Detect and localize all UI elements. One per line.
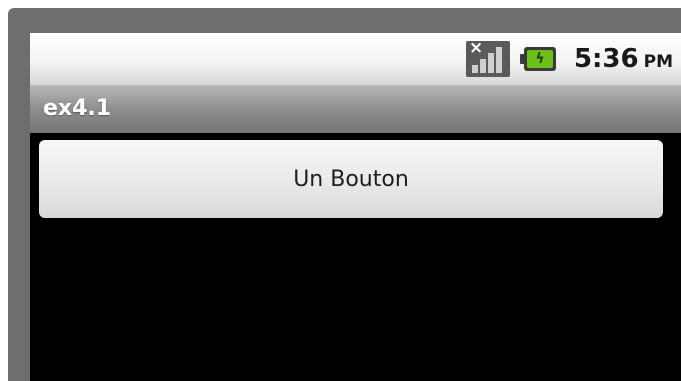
page: × ϟ 5:36 PM ex4.1 Un Bouton bbox=[0, 0, 681, 381]
clock-am-pm: PM bbox=[643, 52, 673, 72]
signal-no-service-icon: × bbox=[465, 38, 510, 77]
app-title: ex4.1 bbox=[43, 96, 112, 121]
clock-time: 5:36 bbox=[573, 44, 639, 74]
activity-content: Un Bouton bbox=[30, 133, 681, 381]
status-bar[interactable]: × ϟ 5:36 PM bbox=[30, 33, 681, 85]
battery-charging-icon: ϟ bbox=[519, 47, 556, 71]
un-bouton-button[interactable]: Un Bouton bbox=[39, 140, 663, 218]
phone-screen: × ϟ 5:36 PM ex4.1 Un Bouton bbox=[30, 33, 681, 381]
status-clock: 5:36 PM bbox=[574, 44, 673, 74]
app-title-bar: ex4.1 bbox=[30, 85, 681, 133]
